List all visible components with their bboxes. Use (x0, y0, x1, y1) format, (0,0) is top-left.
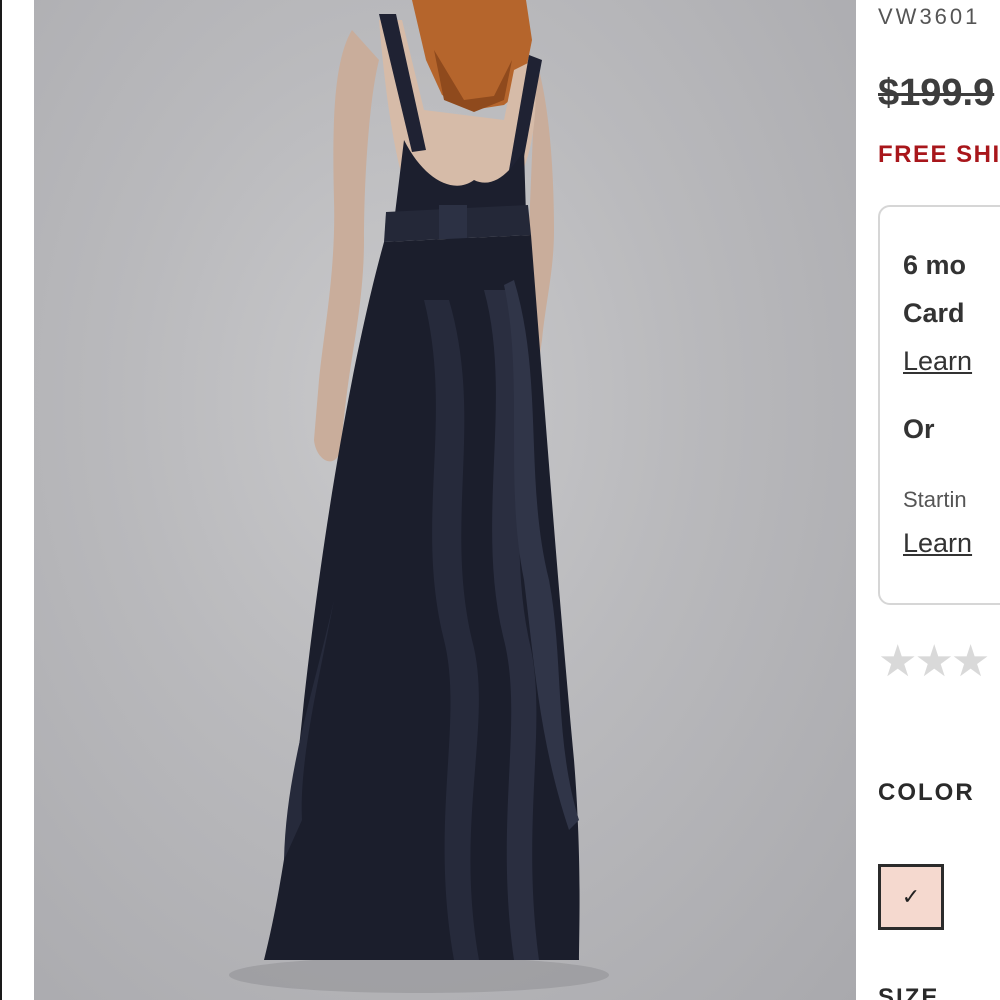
starting-at-text: Startin (903, 487, 967, 512)
learn-more-link-1[interactable]: Learn (903, 346, 972, 377)
free-shipping-label: FREE SHI (878, 141, 1000, 168)
financing-card-text: Card (903, 298, 965, 328)
edge-rule (0, 0, 2, 1000)
or-text: Or (903, 414, 935, 444)
learn-more-link-2[interactable]: Learn (903, 528, 972, 559)
product-sku: VW3601 (878, 4, 981, 29)
product-image[interactable] (34, 0, 856, 1000)
size-label: SIZE (878, 984, 940, 1000)
rating-stars[interactable]: ★★★ (878, 636, 990, 687)
original-price: $199.9 (878, 72, 995, 114)
color-swatch-selected[interactable]: ✓ (878, 864, 944, 930)
financing-months-text: 6 mo (903, 250, 967, 280)
product-info-panel: VW3601 $199.9 FREE SHI 6 mo Card Learn O… (856, 0, 1000, 1000)
check-icon: ✓ (901, 884, 921, 909)
color-label: COLOR (878, 779, 975, 806)
left-edge (0, 0, 34, 1000)
dress-illustration (229, 0, 609, 993)
